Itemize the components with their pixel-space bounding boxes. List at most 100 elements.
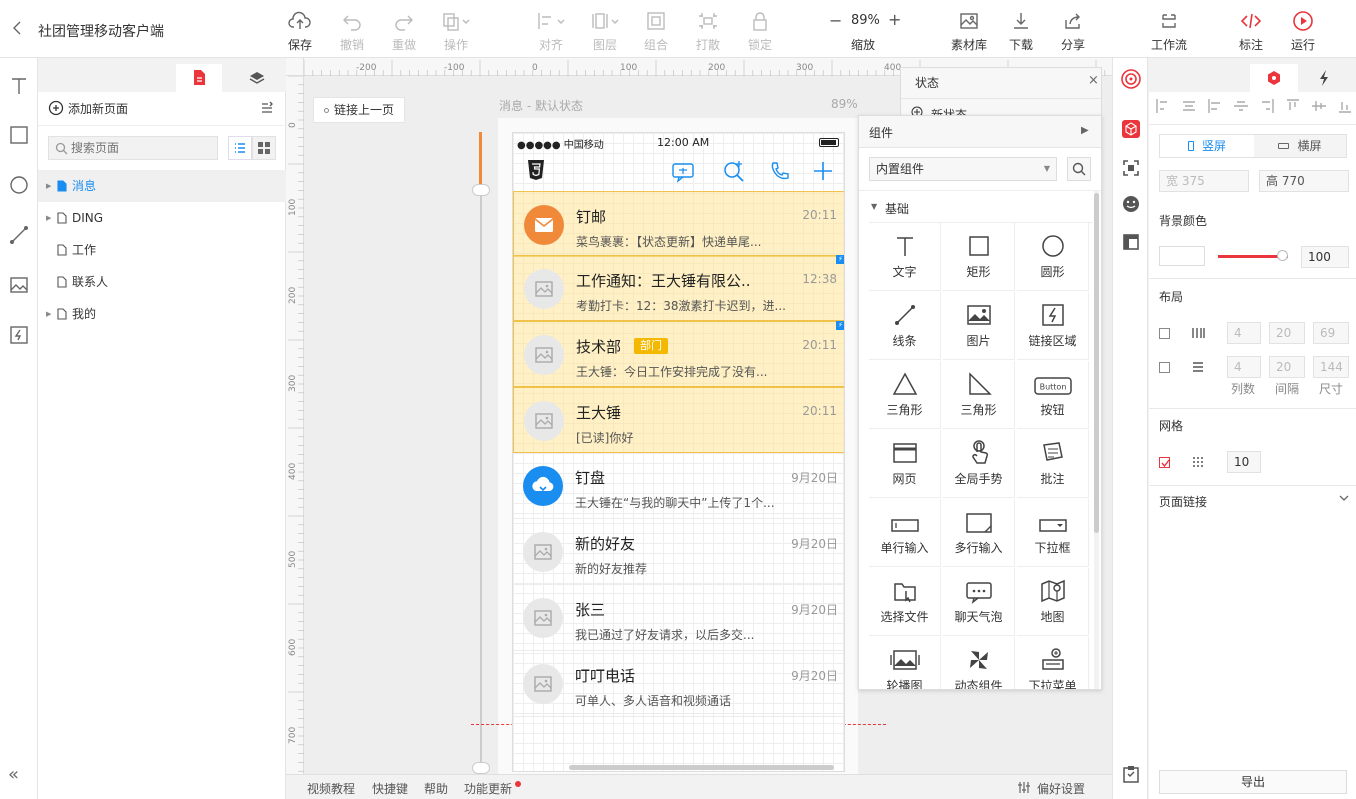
component-search-button[interactable]: [1067, 157, 1091, 181]
grid-view-button[interactable]: [252, 136, 276, 160]
assets-button[interactable]: 素材库: [944, 8, 994, 53]
share-button[interactable]: 分享: [1048, 8, 1098, 53]
save-button[interactable]: 保存: [275, 8, 325, 53]
redo-button[interactable]: 重做: [379, 8, 429, 53]
align-option-icon[interactable]: [1181, 98, 1197, 114]
component-item[interactable]: 地图: [1017, 568, 1089, 636]
align-option-icon[interactable]: [1233, 98, 1249, 114]
undo-button[interactable]: 撤销: [327, 8, 377, 53]
scan-icon[interactable]: [1121, 158, 1141, 178]
landscape-button[interactable]: 横屏: [1254, 135, 1346, 157]
add-page-button[interactable]: 添加新页面: [68, 100, 128, 117]
align-option-icon[interactable]: [1311, 98, 1327, 114]
grid-checkbox[interactable]: [1159, 457, 1170, 468]
column-layout-checkbox[interactable]: [1159, 328, 1170, 339]
shortcut-link[interactable]: 快捷键: [372, 780, 408, 797]
component-item[interactable]: 下拉菜单: [1017, 637, 1089, 689]
message-row[interactable]: 张三 我已通过了好友请求，以后多交... 9月20日: [513, 585, 844, 651]
tab-interaction[interactable]: [1300, 64, 1348, 92]
message-row[interactable]: 叮叮电话 可单人、多人语音和视频通话 9月20日: [513, 651, 844, 717]
row-gap-field[interactable]: 20: [1269, 356, 1305, 378]
component-item[interactable]: 圆形: [1017, 223, 1089, 291]
page-item-3[interactable]: 联系人: [38, 266, 286, 298]
annotate-button[interactable]: 标注: [1226, 8, 1276, 53]
circle-tool-icon[interactable]: [8, 174, 30, 196]
opacity-slider-handle[interactable]: [1277, 250, 1288, 261]
link-area-tool-icon[interactable]: [8, 324, 30, 346]
message-row[interactable]: 钉邮 菜鸟裹裹：【状态更新】快递单尾... 20:11: [513, 191, 844, 257]
chevron-right-icon[interactable]: ▶: [1081, 125, 1089, 136]
message-row[interactable]: 技术部 部门 王大锤：今日工作安排完成了没有... 20:11 ⚡: [513, 321, 844, 387]
page-item-4[interactable]: ▶ 我的: [38, 298, 286, 330]
artboard-resize-handle[interactable]: [472, 184, 490, 196]
artboard-bottom-handle[interactable]: [472, 762, 490, 774]
collapse-icon[interactable]: «: [8, 764, 19, 785]
lock-button[interactable]: 锁定: [735, 8, 785, 53]
search-plus-icon[interactable]: [722, 159, 746, 183]
component-cube-icon[interactable]: [1120, 118, 1142, 140]
template-icon[interactable]: [1121, 232, 1141, 252]
page-item-0[interactable]: ▶ 消息: [38, 170, 286, 202]
collapse-arrow-icon[interactable]: ▼: [871, 202, 877, 211]
tab-style[interactable]: [1250, 64, 1298, 92]
close-icon[interactable]: ×: [1088, 73, 1099, 88]
feature-update-link[interactable]: 功能更新: [464, 780, 512, 797]
portrait-button[interactable]: 竖屏: [1160, 135, 1254, 157]
component-item[interactable]: 矩形: [943, 223, 1015, 291]
component-scrollbar-track[interactable]: [1094, 191, 1099, 689]
horizontal-scrollbar[interactable]: [569, 765, 834, 770]
sort-icon[interactable]: [260, 101, 274, 115]
column-size-field[interactable]: 69: [1313, 322, 1349, 344]
preferences-icon[interactable]: [1017, 781, 1031, 794]
zoom-in-button[interactable]: +: [888, 10, 901, 29]
list-view-button[interactable]: [228, 136, 252, 160]
align-option-icon[interactable]: [1285, 98, 1301, 114]
tab-layers[interactable]: [234, 64, 280, 92]
component-item[interactable]: Button 按钮: [1017, 361, 1089, 429]
emoji-icon[interactable]: [1121, 194, 1141, 214]
zoom-out-button[interactable]: −: [829, 11, 842, 30]
component-source-select[interactable]: 内置组件 ▼: [869, 157, 1057, 181]
image-tool-icon[interactable]: [8, 274, 30, 296]
workflow-button[interactable]: 工作流: [1144, 8, 1194, 53]
component-item[interactable]: 三角形: [869, 361, 941, 429]
search-pages-field[interactable]: [48, 136, 218, 160]
phone-icon[interactable]: [768, 160, 792, 182]
text-tool-icon[interactable]: [8, 75, 30, 97]
component-item[interactable]: 文字: [869, 223, 941, 291]
component-item[interactable]: 全局手势: [943, 430, 1015, 498]
expand-arrow-icon[interactable]: ▶: [46, 170, 51, 202]
link-prev-page-button[interactable]: 链接上一页: [313, 97, 405, 123]
ungroup-button[interactable]: 打散: [683, 8, 733, 53]
group-button[interactable]: 组合: [631, 8, 681, 53]
component-item[interactable]: 轮播图: [869, 637, 941, 689]
component-item[interactable]: 图片: [943, 292, 1015, 360]
component-item[interactable]: 选择文件: [869, 568, 941, 636]
width-field[interactable]: 宽 375: [1159, 170, 1249, 192]
target-icon[interactable]: [1120, 68, 1142, 90]
component-item[interactable]: 多行输入: [943, 499, 1015, 567]
component-item[interactable]: 线条: [869, 292, 941, 360]
search-input[interactable]: [71, 139, 211, 157]
component-item[interactable]: 链接区域: [1017, 292, 1089, 360]
message-bubble-icon[interactable]: [671, 161, 695, 183]
message-row[interactable]: 新的好友 新的好友推荐 9月20日: [513, 519, 844, 585]
component-item[interactable]: 三角形: [943, 361, 1015, 429]
component-item[interactable]: 单行输入: [869, 499, 941, 567]
clipboard-icon[interactable]: [1121, 764, 1141, 784]
align-option-icon[interactable]: [1207, 98, 1223, 114]
align-option-icon[interactable]: [1337, 98, 1353, 114]
tab-pages[interactable]: [176, 64, 222, 92]
column-count-field[interactable]: 4: [1227, 322, 1261, 344]
row-layout-checkbox[interactable]: [1159, 362, 1170, 373]
preferences-link[interactable]: 偏好设置: [1037, 780, 1085, 797]
component-item[interactable]: 下拉框: [1017, 499, 1089, 567]
height-field[interactable]: 高 770: [1259, 170, 1349, 192]
chevron-down-icon[interactable]: [1339, 493, 1349, 503]
back-icon[interactable]: [10, 20, 24, 36]
help-link[interactable]: 帮助: [424, 780, 448, 797]
download-button[interactable]: 下载: [996, 8, 1046, 53]
bg-color-swatch[interactable]: [1159, 246, 1205, 266]
component-item[interactable]: 动态组件: [943, 637, 1015, 689]
row-count-field[interactable]: 4: [1227, 356, 1261, 378]
